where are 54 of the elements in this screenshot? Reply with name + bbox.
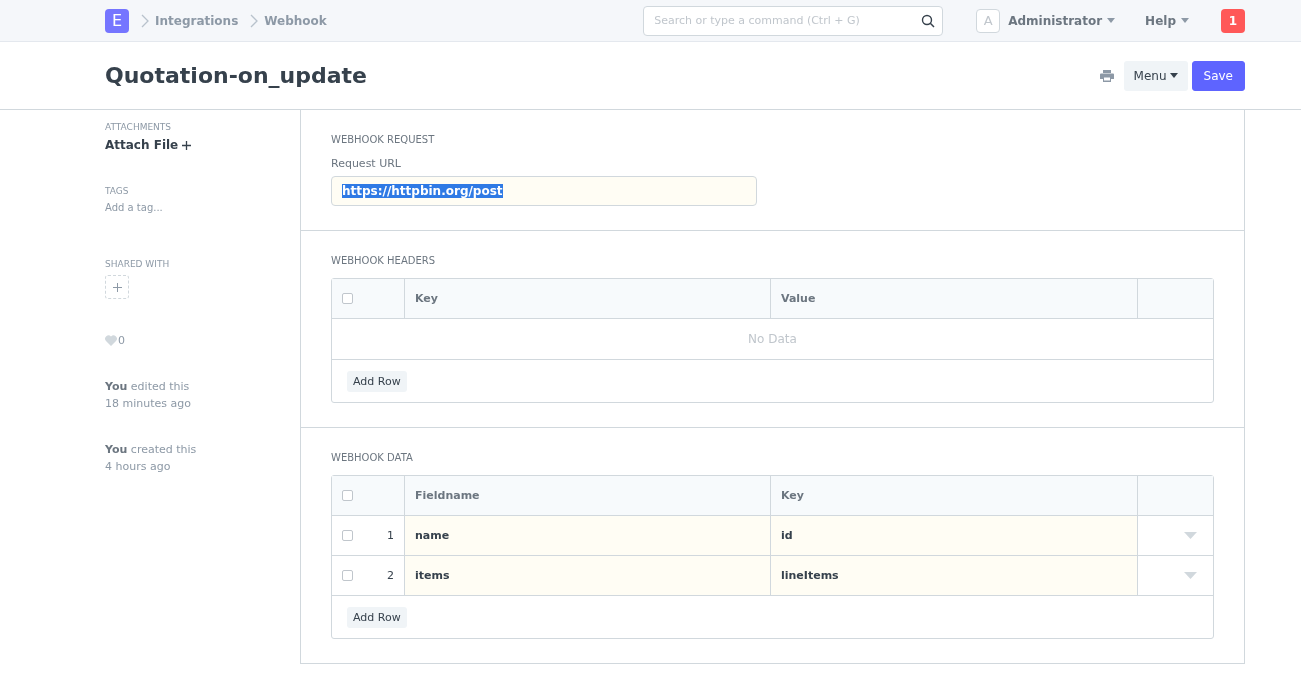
dropdown-caret-icon[interactable] [1184,572,1197,579]
attach-file-link[interactable]: Attach File [105,138,300,152]
plus-icon [182,140,192,150]
checkbox[interactable] [342,293,353,304]
notification-count[interactable]: 1 [1221,8,1245,33]
column-header: Fieldname [405,476,771,515]
checkbox[interactable] [342,530,353,541]
chevron-icon [141,13,149,28]
table-cell[interactable]: id [771,516,1138,555]
add-share-button[interactable] [105,275,129,299]
save-button[interactable]: Save [1191,60,1245,91]
field-label: Request URL [331,157,402,170]
section-heading: WEBHOOK REQUEST [331,134,436,145]
row-number: 2 [387,569,394,582]
empty-message: No Data [332,319,1213,360]
table-cell[interactable]: items [405,556,771,595]
caret-icon [1169,73,1178,78]
breadcrumb-link[interactable]: Integrations [155,13,239,28]
activity-text: You created this [105,442,198,458]
activity-time: 4 hours ago [105,459,172,475]
section-heading: WEBHOOK HEADERS [331,255,437,266]
checkbox[interactable] [342,490,353,501]
help-menu[interactable]: Help [1145,13,1189,28]
heart-icon[interactable] [105,335,117,346]
dropdown-caret-icon[interactable] [1184,532,1197,539]
activity-text: You edited this [105,379,191,395]
search-field[interactable]: Search or type a command (Ctrl + G) [643,5,944,36]
add-row-button[interactable]: Add Row [347,607,407,628]
table-cell[interactable]: lineItems [771,556,1138,595]
section-label: SHARED WITH [105,259,171,269]
search-icon [921,13,936,28]
column-header: Value [771,279,1138,318]
caret-icon [1107,18,1116,23]
column-header: Key [771,476,1138,515]
checkbox[interactable] [342,570,353,581]
user-menu[interactable]: Administrator [1008,13,1116,28]
page-title: Quotation-on_update [105,63,368,88]
app-logo[interactable]: E [105,8,129,33]
activity-time: 18 minutes ago [105,396,192,412]
plus-icon [112,282,122,292]
breadcrumb-link[interactable]: Webhook [264,13,327,28]
column-header: Key [405,279,771,318]
table-cell[interactable]: name [405,516,771,555]
section-heading: WEBHOOK DATA [331,452,414,463]
like-count: 0 [118,334,125,347]
add-row-button[interactable]: Add Row [347,371,407,392]
row-number: 1 [387,529,394,542]
input-field[interactable]: https://httpbin.org/post [331,176,757,206]
print-icon[interactable] [1099,69,1114,82]
section-label: TAGS [105,186,130,196]
menu-button[interactable]: Menu [1123,60,1188,91]
caret-icon [1181,18,1189,23]
section-label: ATTACHMENTS [105,122,173,132]
chevron-icon [250,13,259,28]
